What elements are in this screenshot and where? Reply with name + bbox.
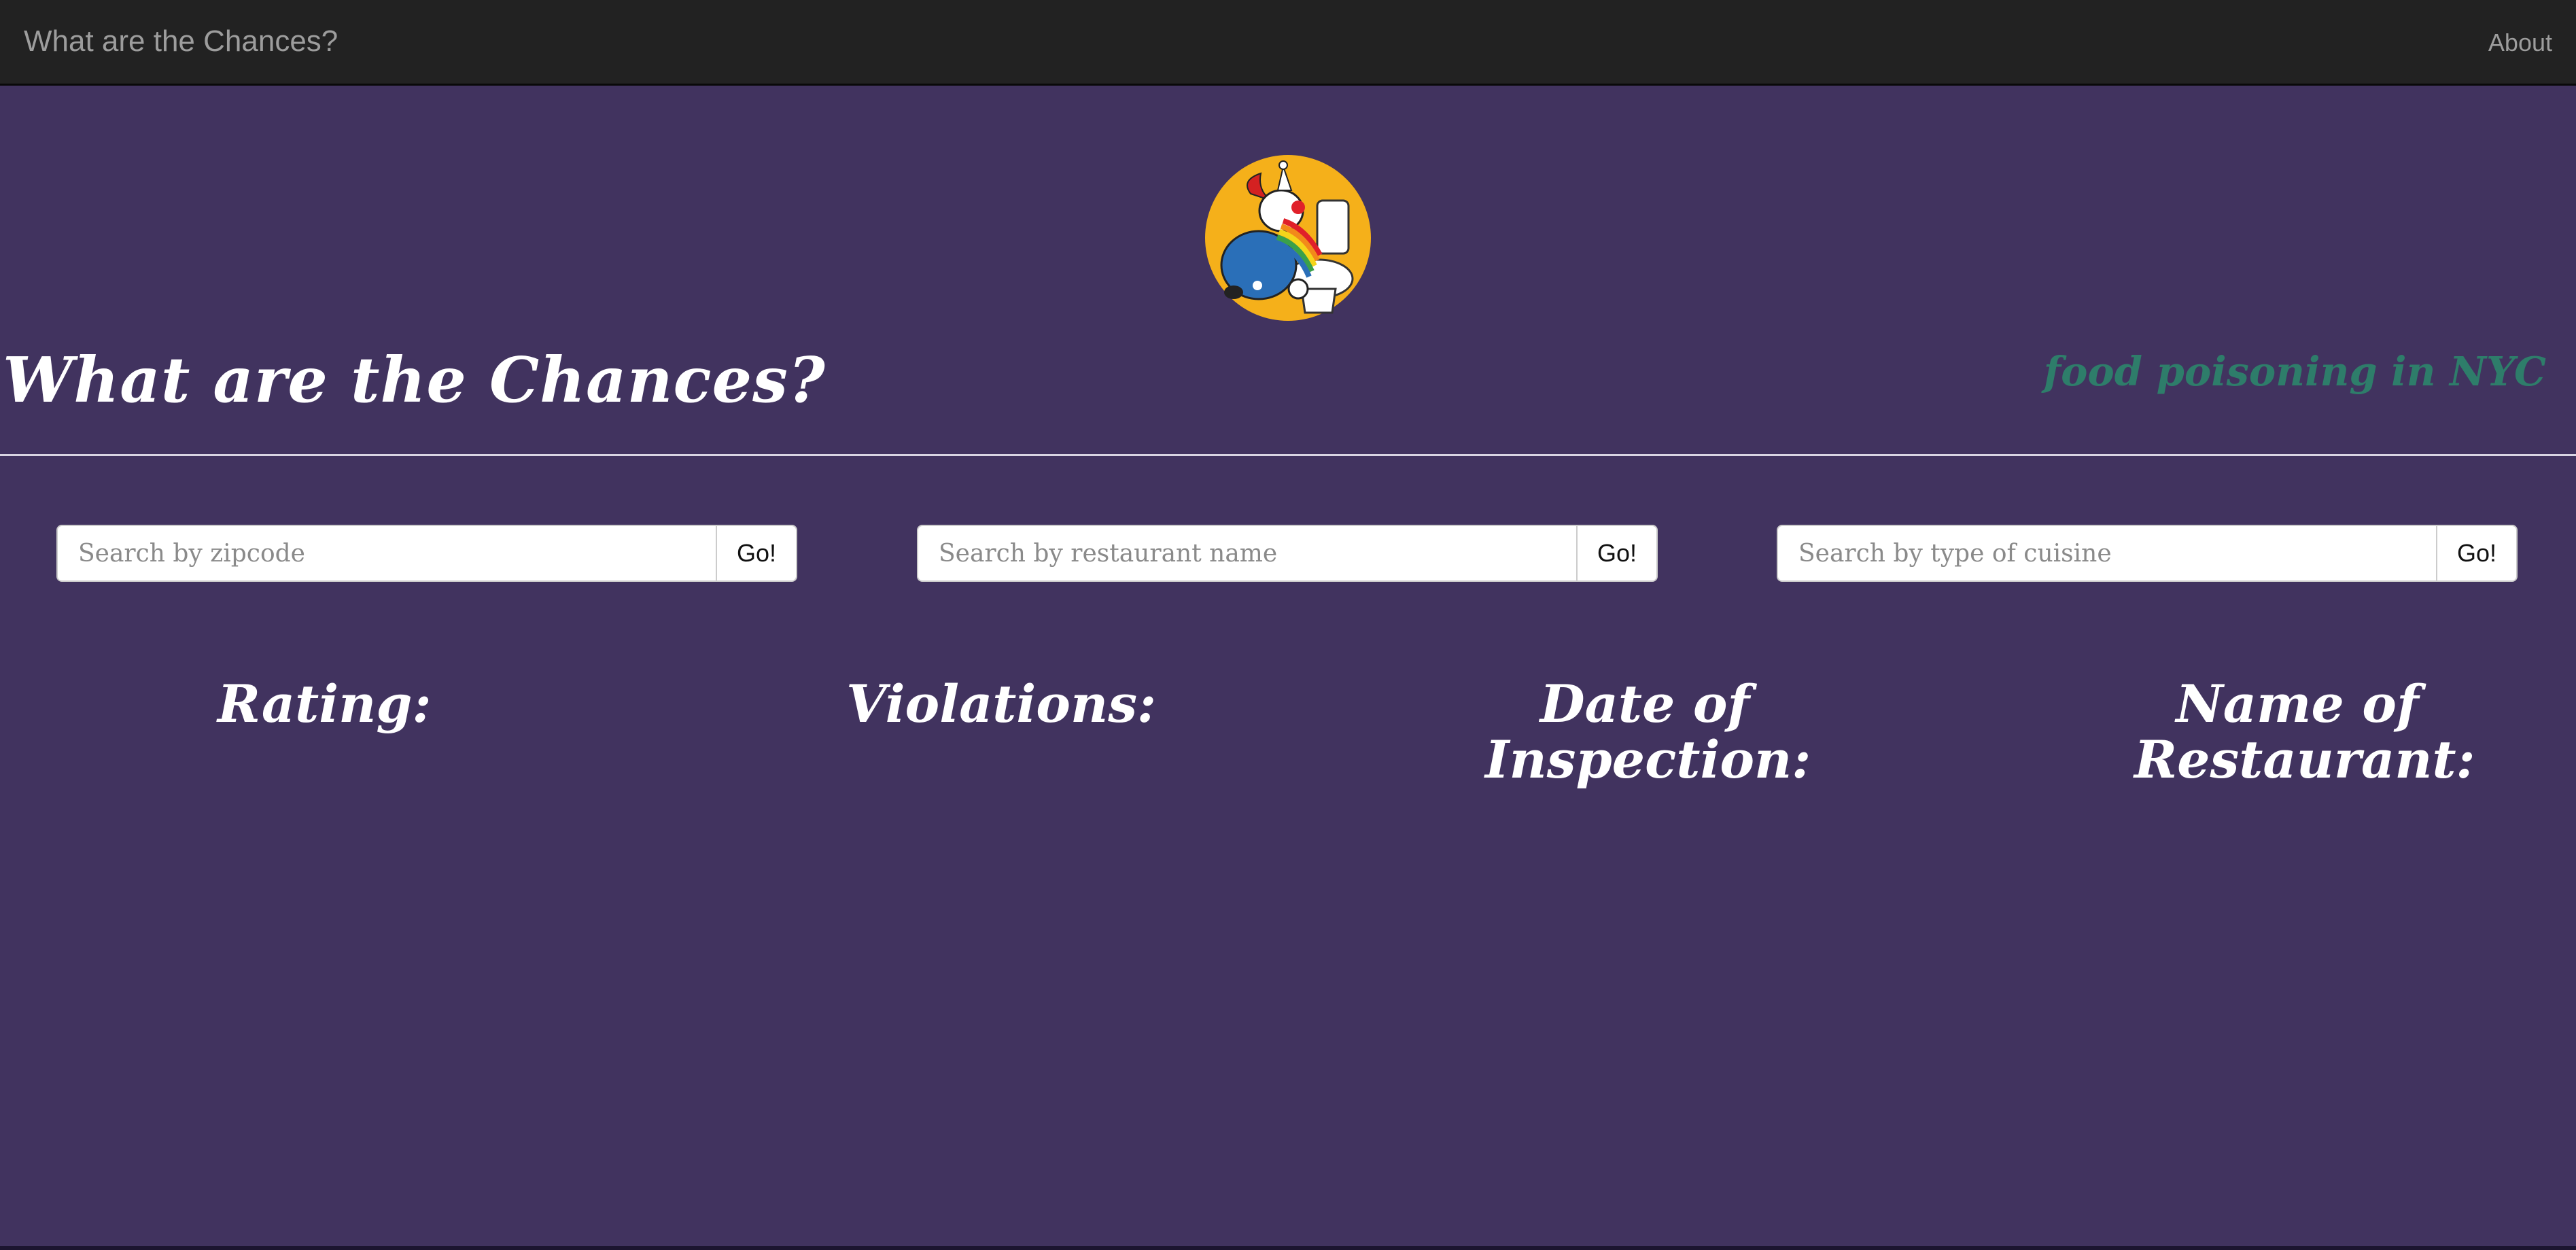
violations-heading: Violations: [846,674,1157,734]
rating-heading: Rating: [217,674,432,734]
about-link[interactable]: About [2488,26,2552,60]
date-of-inspection-heading: Date of Inspection: [1485,674,1811,790]
navbar-brand[interactable]: What are the Chances? [24,20,338,63]
date-heading-line2: Inspection: [1485,729,1811,790]
bottom-edge [0,1246,2576,1250]
tagline: food poisoning in NYC [2043,348,2546,395]
zipcode-search-group: Go! [56,525,797,582]
date-heading-line1: Date of [1539,674,1750,734]
header-divider [0,454,2576,456]
logo-clown-icon [1203,153,1373,323]
restaurant-search-input[interactable] [917,525,1576,582]
site-title: What are the Chances? [3,343,826,417]
navbar: What are the Chances? About [0,0,2576,86]
name-heading-line2: Restaurant: [2134,729,2475,790]
cuisine-search-group: Go! [1777,525,2518,582]
restaurant-name-heading: Name of Restaurant: [2134,674,2475,790]
name-heading-line1: Name of [2176,674,2419,734]
restaurant-go-button[interactable]: Go! [1576,525,1658,582]
zipcode-search-input[interactable] [56,525,716,582]
zipcode-go-button[interactable]: Go! [716,525,797,582]
restaurant-search-group: Go! [917,525,1658,582]
cuisine-search-input[interactable] [1777,525,2436,582]
cuisine-go-button[interactable]: Go! [2436,525,2518,582]
